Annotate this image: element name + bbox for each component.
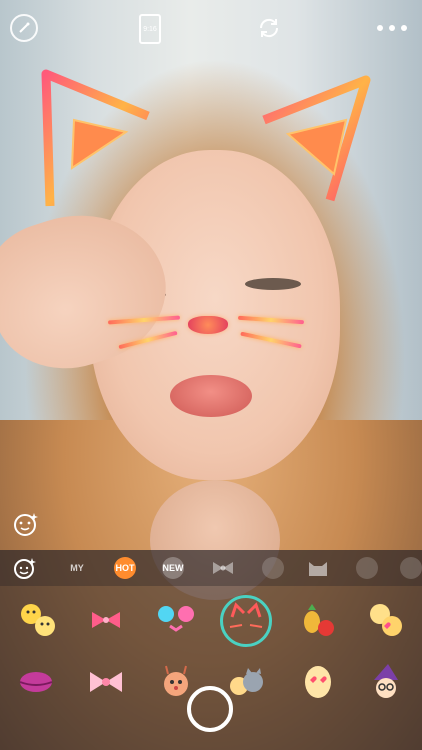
tab-my[interactable]: MY	[66, 557, 88, 579]
left-cat-ear	[41, 69, 150, 207]
aspect-ratio-label: 9:16	[143, 25, 157, 33]
witch-sticker[interactable]	[364, 660, 408, 704]
mouse-ears-sticker[interactable]	[154, 598, 198, 642]
nose-sticker	[188, 316, 228, 334]
beauty-face-icon[interactable]	[12, 510, 40, 538]
cat-whiskers-sticker[interactable]	[224, 599, 268, 643]
switch-camera-icon[interactable]	[255, 14, 283, 42]
magic-wand-icon[interactable]	[10, 14, 38, 42]
lips-sticker[interactable]	[14, 660, 58, 704]
shutter-button[interactable]	[187, 686, 233, 732]
tab-category-more[interactable]	[400, 557, 422, 579]
category-tabs: MY HOT NEW	[0, 550, 422, 586]
cat-friends-sticker[interactable]	[224, 660, 268, 704]
tab-cat[interactable]	[306, 557, 330, 579]
bow-icon	[213, 562, 233, 574]
right-eye	[245, 278, 301, 290]
tab-category-more[interactable]	[356, 557, 378, 579]
tab-new[interactable]: NEW	[162, 557, 184, 579]
tab-face[interactable]	[262, 557, 284, 579]
emoji-faces-sticker[interactable]	[16, 598, 60, 642]
heart-eyes-sticker[interactable]	[296, 660, 340, 704]
cat-icon	[309, 562, 327, 576]
tab-beauty[interactable]	[12, 557, 38, 579]
beauty-face-icon	[14, 558, 36, 579]
right-cat-ear	[262, 75, 371, 202]
tab-hot[interactable]: HOT	[114, 557, 136, 579]
bow-headband-sticker[interactable]	[84, 660, 128, 704]
lips	[170, 375, 252, 417]
top-toolbar: 9:16	[0, 0, 422, 56]
bow-sparkles-sticker[interactable]	[84, 598, 128, 642]
heart-glasses-sticker[interactable]	[364, 598, 408, 642]
fruit-sticker[interactable]	[296, 598, 340, 642]
more-menu-icon[interactable]	[372, 14, 412, 42]
aspect-ratio-button[interactable]: 9:16	[139, 14, 161, 44]
tab-bow[interactable]	[210, 557, 236, 579]
